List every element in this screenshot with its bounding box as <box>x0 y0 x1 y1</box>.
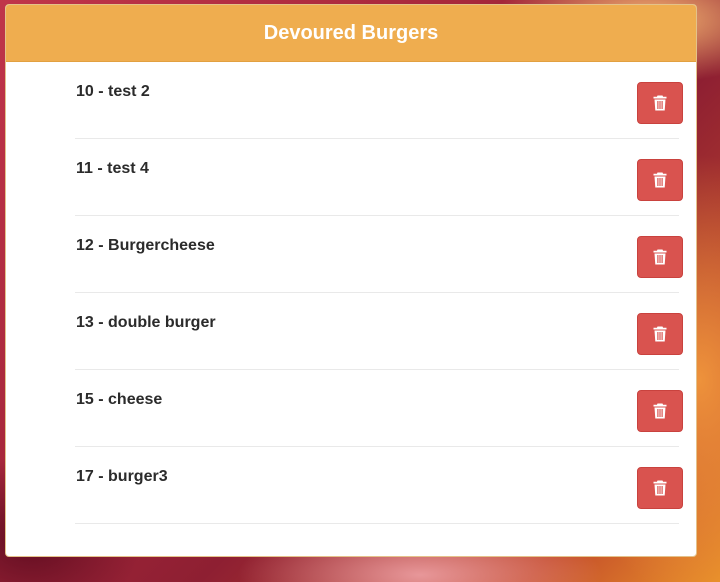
burger-label: 10 - test 2 <box>76 83 150 100</box>
devoured-burger-list: 10 - test 2 11 - test 4 12 - Burgerchees… <box>75 62 683 524</box>
delete-button[interactable] <box>637 467 683 509</box>
list-item: 13 - double burger <box>75 293 683 370</box>
list-item: 15 - cheese <box>75 370 683 447</box>
burger-label: 11 - test 4 <box>76 160 149 177</box>
delete-button[interactable] <box>637 390 683 432</box>
trash-icon <box>653 249 667 265</box>
trash-icon <box>653 172 667 188</box>
delete-button[interactable] <box>637 82 683 124</box>
list-item: 17 - burger3 <box>75 447 683 524</box>
burger-label: 13 - double burger <box>76 314 216 331</box>
list-item: 10 - test 2 <box>75 62 683 139</box>
trash-icon <box>653 480 667 496</box>
trash-icon <box>653 95 667 111</box>
burger-label: 15 - cheese <box>76 391 163 408</box>
delete-button[interactable] <box>637 236 683 278</box>
devoured-burgers-panel: Devoured Burgers 10 - test 2 11 - test 4… <box>5 4 697 557</box>
panel-heading: Devoured Burgers <box>6 5 696 62</box>
burger-label: 12 - Burgercheese <box>76 237 215 254</box>
trash-icon <box>653 326 667 342</box>
list-item: 12 - Burgercheese <box>75 216 683 293</box>
burger-label: 17 - burger3 <box>76 468 168 485</box>
delete-button[interactable] <box>637 159 683 201</box>
trash-icon <box>653 403 667 419</box>
delete-button[interactable] <box>637 313 683 355</box>
list-item: 11 - test 4 <box>75 139 683 216</box>
panel-title: Devoured Burgers <box>263 21 439 44</box>
